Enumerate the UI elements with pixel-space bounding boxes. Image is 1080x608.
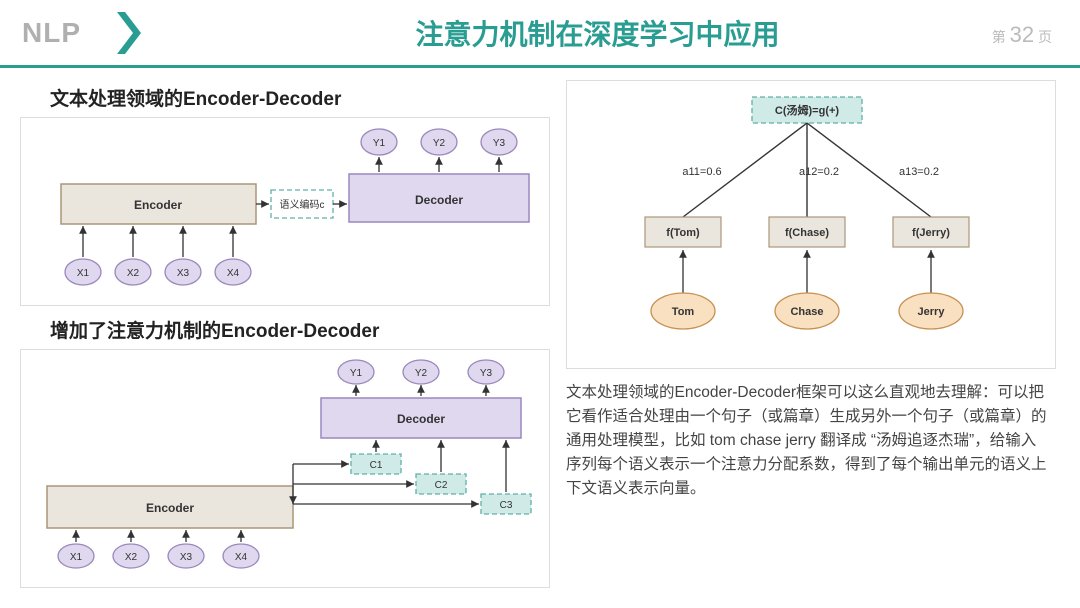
svg-text:Jerry: Jerry [918,306,946,318]
section1-title: 文本处理领域的Encoder-Decoder [50,84,550,111]
brand-logo: NLP [22,17,81,49]
svg-text:C3: C3 [500,500,513,511]
svg-text:a11=0.6: a11=0.6 [682,166,721,178]
left-column: 文本处理领域的Encoder-Decoder Encoder 语义编码c Dec… [20,80,550,588]
svg-text:Y2: Y2 [433,138,446,149]
svg-text:f(Chase): f(Chase) [785,227,829,239]
y-nodes: Y1 Y2 Y3 [361,129,517,172]
diagram-encoder-decoder-basic: Encoder 语义编码c Decoder Y1 Y2 [20,117,550,306]
svg-text:X2: X2 [127,268,140,279]
svg-text:Tom: Tom [672,306,695,318]
svg-text:X3: X3 [177,268,190,279]
svg-text:X4: X4 [235,552,248,563]
decoder-label-2: Decoder [397,412,445,426]
encoder-label-2: Encoder [146,501,194,515]
svg-text:X2: X2 [125,552,138,563]
svg-text:Y2: Y2 [415,368,428,379]
diagram-encoder-decoder-attention: Decoder Y1 Y2 Y3 C1 C2 C3 [20,349,550,588]
svg-text:X1: X1 [77,268,90,279]
svg-text:f(Jerry): f(Jerry) [912,227,950,239]
diagram-attention-weights: C(汤姆)=g(+) a11=0.6 a12=0.2 a13=0.2 f(Tom… [566,80,1056,369]
att-output: C(汤姆)=g(+) [775,103,839,117]
slide-header: NLP 注意力机制在深度学习中应用 第 32 页 [0,0,1080,68]
svg-text:Y3: Y3 [480,368,493,379]
x-nodes: X1 X2 X3 X4 [65,226,251,285]
svg-text:X1: X1 [70,552,83,563]
slide-title: 注意力机制在深度学习中应用 [155,13,1040,53]
semantic-label: 语义编码c [280,198,325,211]
svg-text:a12=0.2: a12=0.2 [799,166,839,178]
encoder-label: Encoder [134,198,182,212]
svg-text:Y1: Y1 [350,368,363,379]
svg-text:Chase: Chase [790,306,823,318]
slide-content: 文本处理领域的Encoder-Decoder Encoder 语义编码c Dec… [0,68,1080,588]
svg-text:f(Tom): f(Tom) [666,227,700,239]
svg-text:X3: X3 [180,552,193,563]
svg-text:a13=0.2: a13=0.2 [899,166,939,178]
svg-text:Y3: Y3 [493,138,506,149]
svg-text:C2: C2 [435,480,448,491]
section2-title: 增加了注意力机制的Encoder-Decoder [50,316,550,343]
right-column: C(汤姆)=g(+) a11=0.6 a12=0.2 a13=0.2 f(Tom… [566,80,1056,588]
explanation-paragraph: 文本处理领域的Encoder-Decoder框架可以这么直观地去理解：可以把它看… [566,381,1056,501]
decoder-label: Decoder [415,193,463,207]
svg-text:X4: X4 [227,268,240,279]
svg-text:C1: C1 [370,460,383,471]
svg-text:Y1: Y1 [373,138,386,149]
page-number: 第 32 页 [992,22,1052,48]
chevron-right-icon [111,8,155,58]
